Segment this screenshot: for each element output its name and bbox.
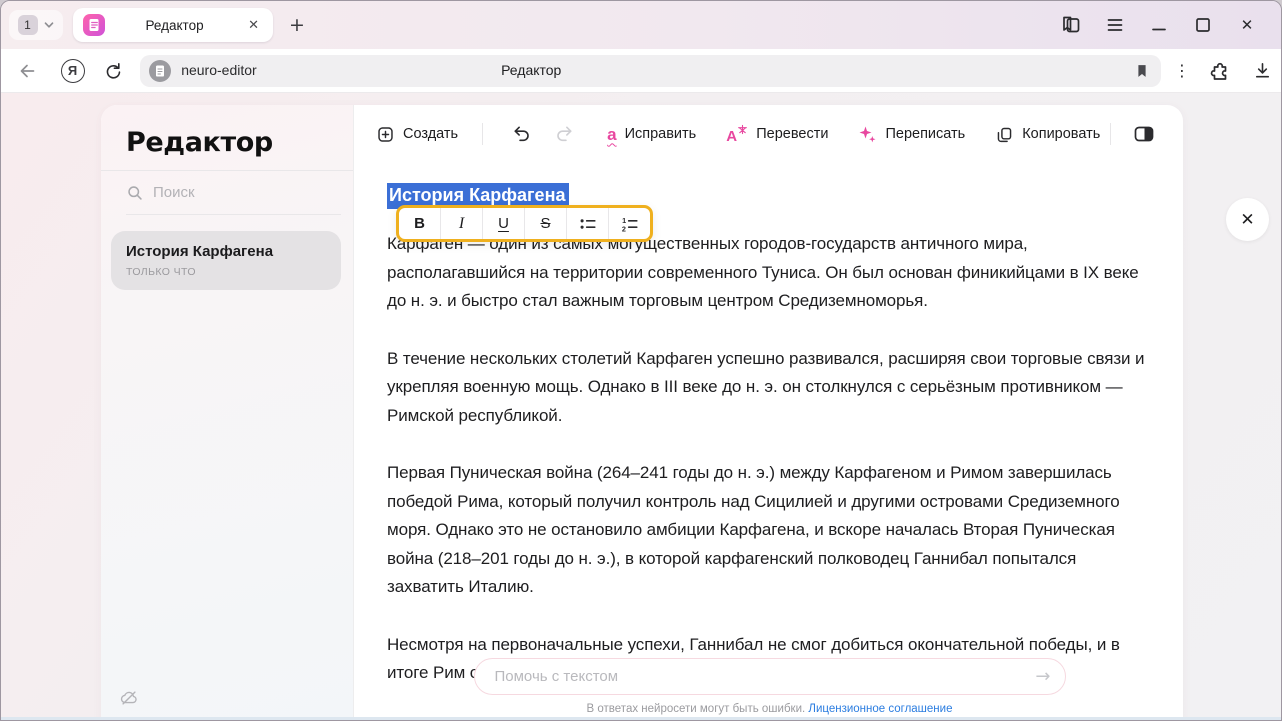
bold-button[interactable]: B xyxy=(399,208,440,239)
copy-label: Копировать xyxy=(1022,126,1100,142)
editor-app-icon xyxy=(83,14,105,36)
tab-close-icon[interactable]: ✕ xyxy=(244,16,263,35)
document-text[interactable]: Карфаген — один из самых могущественных … xyxy=(387,230,1145,688)
maximize-button[interactable] xyxy=(1181,8,1225,42)
search-row xyxy=(126,171,341,215)
create-label: Создать xyxy=(403,126,458,142)
new-tab-button[interactable]: + xyxy=(283,11,311,39)
undo-icon xyxy=(511,124,532,145)
rewrite-button[interactable]: Переписать xyxy=(858,125,965,144)
sparkles-icon xyxy=(858,125,877,144)
tab-title: Редактор xyxy=(105,18,244,33)
app-title: Редактор xyxy=(101,105,353,170)
translate-button[interactable]: A Перевести xyxy=(726,124,828,144)
side-panels-icon[interactable] xyxy=(1049,8,1093,42)
fix-button[interactable]: a Исправить xyxy=(607,126,696,143)
redo-button[interactable] xyxy=(554,124,575,145)
address-bar-row: Я neuro-editor Редактор ⋮ xyxy=(1,49,1281,93)
download-icon[interactable] xyxy=(1243,54,1281,88)
document-toolbar: Создать xyxy=(354,105,1183,163)
numbered-list-button[interactable]: 1 2 xyxy=(608,208,650,239)
sidebar-item-document[interactable]: История Карфагена только что xyxy=(111,231,341,290)
panel-toggle-icon xyxy=(1133,124,1155,144)
fix-label: Исправить xyxy=(625,126,697,142)
browser-window: 1 Редактор ✕ + xyxy=(0,0,1282,721)
strikethrough-button[interactable]: S xyxy=(524,208,566,239)
disclaimer-text: В ответах нейросети могут быть ошибки. xyxy=(587,703,809,715)
rewrite-label: Переписать xyxy=(885,126,965,142)
paragraph[interactable]: Первая Пуническая война (264–241 годы до… xyxy=(387,459,1145,602)
address-page-title: Редактор xyxy=(501,62,561,78)
italic-button[interactable]: I xyxy=(440,208,482,239)
more-menu-icon[interactable]: ⋮ xyxy=(1167,54,1197,88)
document-canvas[interactable]: История Карфагена B I U S xyxy=(354,163,1183,688)
window-close-button[interactable]: ✕ xyxy=(1225,8,1269,42)
toolbar-divider xyxy=(482,123,483,145)
format-toolbar-highlighted: B I U S 1 xyxy=(396,205,653,242)
create-button[interactable]: Создать xyxy=(376,125,458,144)
translate-icon: A xyxy=(726,124,748,144)
svg-text:2: 2 xyxy=(621,224,625,233)
paragraph[interactable]: Карфаген — один из самых могущественных … xyxy=(387,230,1145,316)
tab-strip: 1 Редактор ✕ + xyxy=(1,1,1281,49)
yandex-logo-icon[interactable]: Я xyxy=(61,59,85,83)
translate-label: Перевести xyxy=(756,126,828,142)
page-close-button[interactable]: ✕ xyxy=(1226,198,1269,241)
undo-button[interactable] xyxy=(511,124,532,145)
extensions-puzzle-icon[interactable] xyxy=(1201,54,1239,88)
numbered-list-icon: 1 2 xyxy=(620,214,640,234)
site-favicon xyxy=(149,60,171,82)
window-bottom-edge xyxy=(1,717,1281,721)
editor-main: Создать xyxy=(354,105,1183,721)
sidebar-doc-title: История Карфагена xyxy=(126,243,326,260)
redo-icon xyxy=(554,124,575,145)
bookmark-icon[interactable] xyxy=(1133,62,1151,80)
tab-group-count: 1 xyxy=(18,15,38,35)
fix-icon: a xyxy=(607,126,616,143)
copy-icon xyxy=(995,125,1014,144)
page-background: ✕ Редактор История Карфагена только что xyxy=(1,93,1281,721)
panel-toggle-button[interactable] xyxy=(1133,124,1155,144)
search-icon xyxy=(126,184,144,202)
reload-button[interactable] xyxy=(93,60,133,81)
tab-group-chip[interactable]: 1 xyxy=(9,10,63,40)
plus-square-icon xyxy=(376,125,395,144)
ai-disclaimer: В ответах нейросети могут быть ошибки. Л… xyxy=(354,703,1183,715)
tab-editor[interactable]: Редактор ✕ xyxy=(73,8,273,42)
bullet-list-button[interactable] xyxy=(566,208,608,239)
editor-app-card: Редактор История Карфагена только что xyxy=(101,105,1183,721)
license-agreement-link[interactable]: Лицензионное соглашение xyxy=(808,703,952,715)
sidebar: Редактор История Карфагена только что xyxy=(101,105,354,721)
bullet-list-icon xyxy=(578,214,598,234)
url-text[interactable]: neuro-editor xyxy=(181,62,257,78)
cloud-off-icon[interactable] xyxy=(119,688,139,708)
sidebar-doc-time: только что xyxy=(126,266,326,278)
search-input[interactable] xyxy=(153,184,303,201)
chevron-down-icon xyxy=(43,19,55,31)
smartbox[interactable]: neuro-editor Редактор xyxy=(140,55,1161,87)
copy-button[interactable]: Копировать xyxy=(995,125,1100,144)
menu-icon[interactable] xyxy=(1093,8,1137,42)
back-button[interactable] xyxy=(7,60,47,82)
send-arrow-icon[interactable]: → xyxy=(1035,666,1050,687)
ai-prompt-bar: → xyxy=(474,658,1066,695)
underline-button[interactable]: U xyxy=(482,208,524,239)
toolbar-divider xyxy=(1110,123,1111,145)
paragraph[interactable]: В течение нескольких столетий Карфаген у… xyxy=(387,345,1145,431)
minimize-button[interactable] xyxy=(1137,8,1181,42)
ai-prompt-input[interactable] xyxy=(495,668,1036,685)
